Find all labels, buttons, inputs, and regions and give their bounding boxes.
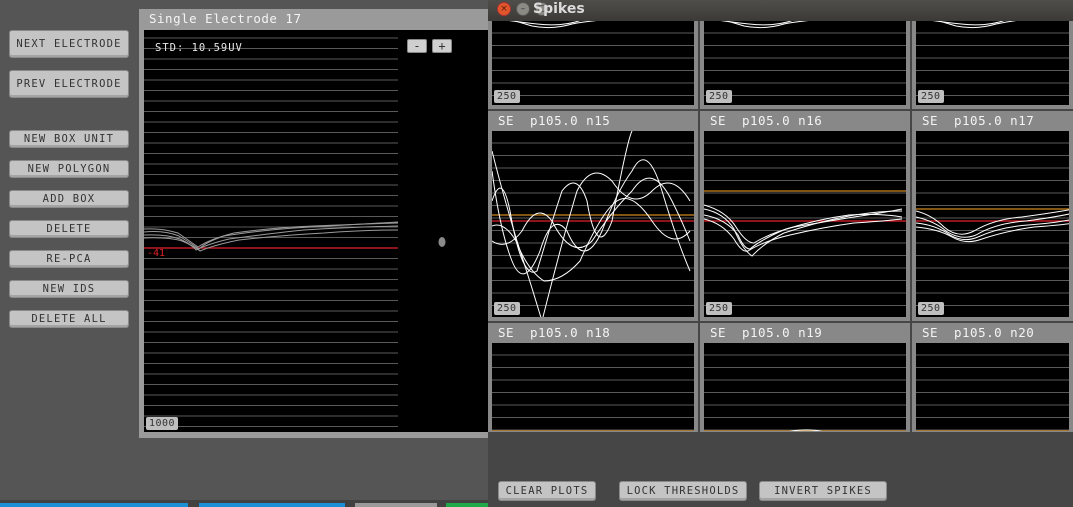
spikes-window-title: Spikes bbox=[533, 1, 585, 17]
spike-cell-header: SE p105.0 n20 bbox=[912, 323, 1073, 343]
new-box-unit-button[interactable]: NEW BOX UNIT bbox=[9, 130, 129, 148]
spike-svg bbox=[916, 354, 1069, 431]
spike-cell-header: SE p105.0 n15 bbox=[488, 111, 698, 131]
spike-svg bbox=[916, 142, 1069, 306]
cell-unit-label: p105.0 n17 bbox=[954, 113, 1035, 128]
zoom-out-button[interactable]: - bbox=[407, 39, 427, 53]
spike-svg bbox=[492, 131, 694, 317]
cell-se-label: SE bbox=[498, 113, 515, 128]
add-box-button[interactable]: ADD BOX bbox=[9, 190, 129, 208]
cell-unit-label: p105.0 n20 bbox=[954, 325, 1035, 340]
minimize-icon[interactable]: – bbox=[516, 2, 530, 16]
scale-badge: 250 bbox=[494, 302, 520, 315]
taskbar-strip bbox=[355, 503, 437, 507]
spike-cell[interactable]: SE p105.0 n19 bbox=[700, 323, 910, 435]
spike-cell[interactable]: SE p105.0 n15 250 bbox=[488, 111, 698, 321]
scale-badge: 250 bbox=[706, 302, 732, 315]
cell-unit-label: p105.0 n15 bbox=[530, 113, 611, 128]
spike-svg bbox=[492, 354, 694, 431]
single-electrode-title: Single Electrode 17 bbox=[149, 11, 302, 26]
spike-trace bbox=[492, 131, 633, 273]
std-label: STD: 10.59UV bbox=[155, 42, 243, 54]
spike-cell[interactable]: SE p105.0 n20 bbox=[912, 323, 1073, 435]
lock-thresholds-button[interactable]: LOCK THRESHOLDS bbox=[619, 481, 747, 501]
next-electrode-button[interactable]: NEXT ELECTRODE bbox=[9, 30, 129, 58]
spike-trace bbox=[916, 213, 1069, 238]
new-polygon-button[interactable]: NEW POLYGON bbox=[9, 160, 129, 178]
delete-all-button[interactable]: DELETE ALL bbox=[9, 310, 129, 328]
cell-unit-label: p105.0 n18 bbox=[530, 325, 611, 340]
spike-trace bbox=[492, 150, 691, 317]
waveform-svg: -41 bbox=[143, 37, 399, 427]
spike-cell[interactable]: SE p105.0 n18 bbox=[488, 323, 698, 435]
spike-plot bbox=[704, 343, 906, 431]
scale-badge: 250 bbox=[494, 90, 520, 103]
taskbar-strip bbox=[199, 503, 345, 507]
spike-plot bbox=[916, 343, 1069, 431]
close-icon[interactable]: × bbox=[497, 2, 511, 16]
prev-electrode-button[interactable]: PREV ELECTRODE bbox=[9, 70, 129, 98]
scale-badge: 1000 bbox=[146, 417, 179, 430]
spike-cell[interactable]: SE p105.0 n17 250 bbox=[912, 111, 1073, 321]
spike-cell-header: SE p105.0 n19 bbox=[700, 323, 910, 343]
spike-cell-header: SE p105.0 n18 bbox=[488, 323, 698, 343]
cluster-svg bbox=[438, 237, 446, 247]
cell-se-label: SE bbox=[710, 113, 727, 128]
cell-se-label: SE bbox=[922, 325, 939, 340]
scale-badge: 250 bbox=[706, 90, 732, 103]
invert-spikes-button[interactable]: INVERT SPIKES bbox=[759, 481, 887, 501]
re-pca-button[interactable]: RE-PCA bbox=[9, 250, 129, 268]
clear-plots-button[interactable]: CLEAR PLOTS bbox=[498, 481, 596, 501]
spike-plot: 250 bbox=[704, 131, 906, 317]
waveform-plot[interactable]: -41 bbox=[143, 30, 399, 432]
cell-unit-label: p105.0 n16 bbox=[742, 113, 823, 128]
spike-cell[interactable]: SE p105.0 n16 250 bbox=[700, 111, 910, 321]
taskbar-strip bbox=[0, 503, 188, 507]
new-ids-button[interactable]: NEW IDS bbox=[9, 280, 129, 298]
spike-trace bbox=[492, 198, 691, 282]
cell-se-label: SE bbox=[710, 325, 727, 340]
spike-plot: 250 bbox=[492, 131, 694, 317]
zoom-in-button[interactable]: + bbox=[432, 39, 452, 53]
spike-plot: 250 bbox=[916, 131, 1069, 317]
spike-svg bbox=[704, 354, 906, 431]
cluster-plot[interactable] bbox=[398, 30, 490, 432]
scale-badge: 250 bbox=[918, 302, 944, 315]
spike-cell-header: SE p105.0 n16 bbox=[700, 111, 910, 131]
threshold-label: -41 bbox=[147, 248, 165, 259]
spike-plot bbox=[492, 343, 694, 431]
taskbar-strip bbox=[446, 503, 488, 507]
spike-cell-header: SE p105.0 n17 bbox=[912, 111, 1073, 131]
scale-badge: 250 bbox=[918, 90, 944, 103]
cell-unit-label: p105.0 n19 bbox=[742, 325, 823, 340]
cell-se-label: SE bbox=[922, 113, 939, 128]
delete-button[interactable]: DELETE bbox=[9, 220, 129, 238]
cluster-blob bbox=[438, 237, 446, 247]
cell-se-label: SE bbox=[498, 325, 515, 340]
spike-svg bbox=[704, 142, 906, 306]
